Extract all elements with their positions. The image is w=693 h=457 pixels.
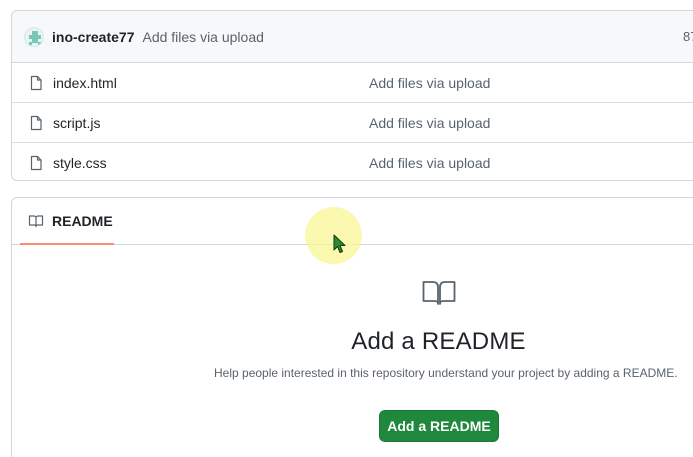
file-name-link[interactable]: style.css — [53, 155, 107, 171]
book-icon — [28, 214, 44, 227]
file-name-link[interactable]: script.js — [53, 115, 100, 131]
readme-empty-title: Add a README — [351, 328, 526, 355]
file-icon — [28, 115, 44, 131]
file-list-box: ino-create77 Add files via upload 87 ind… — [11, 10, 693, 181]
commit-author-link[interactable]: ino-create77 — [52, 29, 134, 45]
book-icon — [422, 280, 456, 311]
file-icon — [28, 155, 44, 171]
readme-help-text: Help people interested in this repositor… — [214, 366, 678, 380]
commit-hash[interactable]: 87 — [683, 29, 693, 44]
latest-commit-bar: ino-create77 Add files via upload 87 — [12, 11, 693, 63]
tab-readme[interactable]: README — [20, 198, 114, 245]
file-commit-message-link[interactable]: Add files via upload — [369, 75, 490, 91]
avatar[interactable] — [24, 26, 44, 47]
mouse-pointer-icon — [333, 234, 347, 259]
file-commit-message-link[interactable]: Add files via upload — [369, 155, 490, 171]
commit-message-link[interactable]: Add files via upload — [142, 29, 263, 45]
file-icon — [28, 75, 44, 91]
file-name-link[interactable]: index.html — [53, 75, 117, 91]
tab-readme-label: README — [52, 212, 113, 229]
file-commit-message-link[interactable]: Add files via upload — [369, 115, 490, 131]
add-readme-button[interactable]: Add a README — [379, 410, 499, 442]
file-row: style.css Add files via upload — [12, 143, 693, 183]
file-row: script.js Add files via upload — [12, 103, 693, 143]
file-row: index.html Add files via upload — [12, 63, 693, 103]
